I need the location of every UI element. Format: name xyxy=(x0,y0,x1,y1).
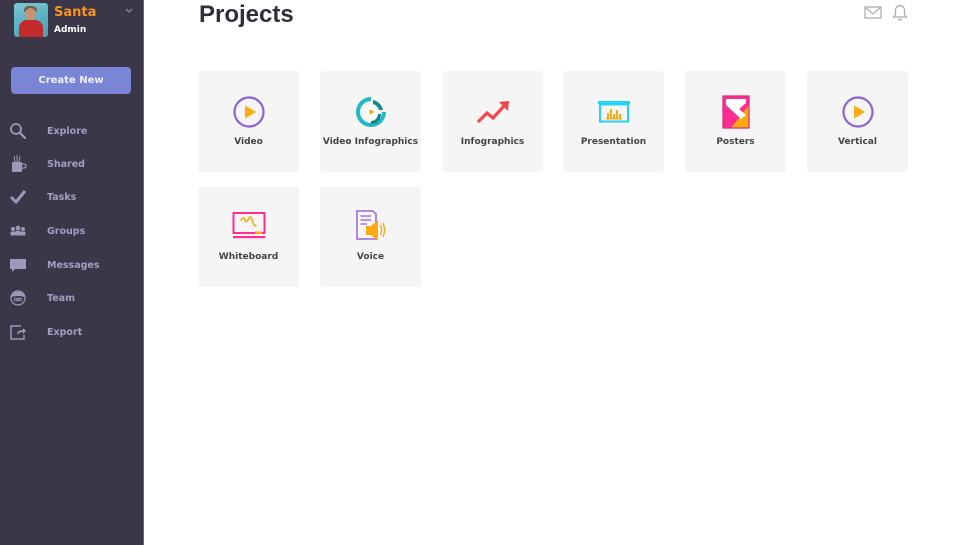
team-icon xyxy=(9,289,27,307)
voice-icon xyxy=(354,210,388,244)
project-card-infographics[interactable]: Infographics xyxy=(442,71,543,172)
video-infographics-icon xyxy=(354,95,388,129)
sidebar-item-label: Export xyxy=(47,326,83,338)
create-new-button[interactable]: Create New xyxy=(11,67,131,94)
project-card-vertical[interactable]: Vertical xyxy=(807,71,908,172)
bell-icon[interactable] xyxy=(892,4,908,21)
presentation-icon xyxy=(597,95,631,129)
sidebar-item-label: Tasks xyxy=(47,191,77,203)
project-label: Presentation xyxy=(580,137,647,147)
avatar[interactable] xyxy=(14,3,48,37)
project-card-voice[interactable]: Voice xyxy=(320,186,421,287)
chevron-down-icon[interactable] xyxy=(124,7,134,15)
sidebar-item-label: Messages xyxy=(47,259,100,271)
sidebar-item-tasks[interactable]: Tasks xyxy=(0,182,144,212)
poster-icon xyxy=(719,95,753,129)
sidebar-item-label: Explore xyxy=(47,125,88,137)
whiteboard-icon xyxy=(232,210,266,244)
project-label: Posters xyxy=(716,137,755,147)
avatar-body xyxy=(19,20,43,37)
avatar-head xyxy=(25,8,36,20)
project-label: Vertical xyxy=(838,137,877,147)
project-label: Video xyxy=(234,137,263,147)
header-actions xyxy=(864,4,914,22)
sidebar-item-export[interactable]: Export xyxy=(0,317,144,347)
sidebar-item-label: Groups xyxy=(47,225,86,237)
project-label: Video Infographics xyxy=(322,137,419,147)
sidebar-item-shared[interactable]: Shared xyxy=(0,149,144,179)
sidebar: Santa Admin Create New Explore Shared Ta… xyxy=(0,0,144,545)
project-card-video[interactable]: Video xyxy=(198,71,299,172)
shared-cup-icon xyxy=(9,155,27,173)
project-label: Voice xyxy=(356,252,385,262)
sidebar-item-messages[interactable]: Messages xyxy=(0,250,144,280)
sidebar-item-groups[interactable]: Groups xyxy=(0,216,144,246)
trend-arrow-icon xyxy=(476,95,510,129)
sidebar-item-label: Team xyxy=(47,292,75,304)
sidebar-item-label: Shared xyxy=(47,158,85,170)
project-card-video-infographics[interactable]: Video Infographics xyxy=(320,71,421,172)
app-root: Santa Admin Create New Explore Shared Ta… xyxy=(0,0,960,545)
vertical-play-icon xyxy=(841,95,875,129)
check-icon xyxy=(9,188,27,206)
sidebar-item-team[interactable]: Team xyxy=(0,283,144,313)
project-label: Infographics xyxy=(460,137,525,147)
project-card-posters[interactable]: Posters xyxy=(685,71,786,172)
profile-menu[interactable]: Santa Admin xyxy=(14,3,136,39)
mail-icon[interactable] xyxy=(864,5,882,20)
page-title: Projects xyxy=(199,1,294,28)
groups-icon xyxy=(9,222,27,240)
project-label: Whiteboard xyxy=(218,252,279,262)
project-card-whiteboard[interactable]: Whiteboard xyxy=(198,186,299,287)
message-bubble-icon xyxy=(9,256,27,274)
video-play-icon xyxy=(232,95,266,129)
sidebar-item-explore[interactable]: Explore xyxy=(0,116,144,146)
profile-role: Admin xyxy=(54,25,87,35)
export-icon xyxy=(9,323,27,341)
project-card-presentation[interactable]: Presentation xyxy=(563,71,664,172)
profile-name: Santa xyxy=(54,5,97,20)
search-icon xyxy=(9,122,27,140)
